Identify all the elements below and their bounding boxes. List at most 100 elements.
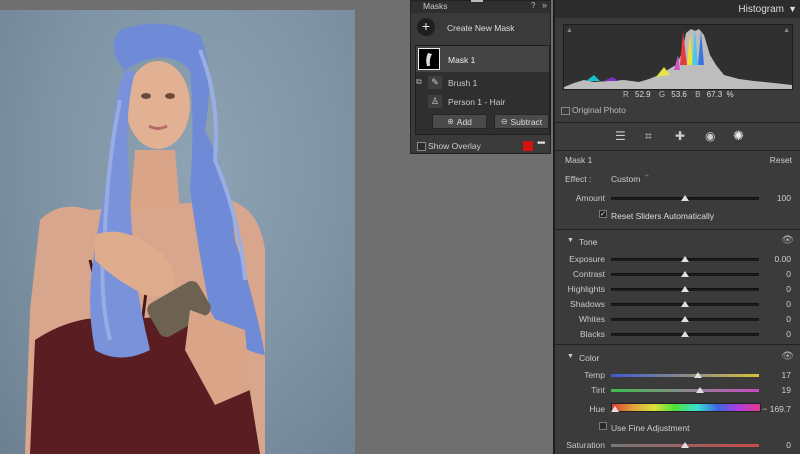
tint-label: Tint — [591, 385, 605, 395]
effect-dropdown-chevron-icon[interactable]: ÷ — [645, 173, 649, 180]
tint-slider-thumb[interactable] — [695, 387, 704, 393]
tone-visibility-eye-icon[interactable]: 👁 — [781, 235, 794, 246]
mask-name: Mask 1 — [448, 55, 476, 65]
add-label: Add — [456, 116, 472, 127]
saturation-value[interactable]: 0 — [761, 440, 791, 450]
portrait-image — [25, 23, 265, 454]
contrast-label: Contrast — [572, 269, 605, 279]
tone-title: Tone — [579, 237, 598, 247]
g-label: G — [658, 90, 666, 99]
blacks-value[interactable]: 0 — [761, 329, 791, 339]
crop-icon[interactable]: ⌗ — [645, 129, 652, 144]
reset-sliders-label: Reset Sliders Automatically — [611, 211, 714, 221]
collapse-panel-icon[interactable]: » — [542, 0, 547, 10]
effect-dropdown[interactable]: Custom — [611, 174, 640, 184]
masks-panel-header: Masks ? » — [411, 0, 550, 13]
more-options-icon[interactable]: ••• — [537, 138, 545, 149]
person-icon: ♙ — [428, 95, 442, 108]
add-button[interactable]: ⊕ Add — [432, 114, 487, 129]
whites-value[interactable]: 0 — [761, 314, 791, 324]
sliders-icon[interactable]: ☰ — [615, 129, 626, 143]
reset-sliders-checkbox[interactable]: ✓ — [599, 210, 607, 218]
histogram-header[interactable]: Histogram ▼ — [555, 0, 800, 18]
tint-slider-track[interactable] — [611, 389, 759, 392]
collapse-triangle-icon[interactable]: ▼ — [788, 4, 797, 14]
highlight-clip-icon[interactable]: ▲ — [783, 27, 790, 34]
shadows-value[interactable]: 0 — [761, 299, 791, 309]
tint-value[interactable]: 19 — [761, 385, 791, 395]
temp-slider-track[interactable] — [611, 374, 759, 377]
temp-slider-thumb[interactable] — [694, 372, 703, 378]
shadows-slider-thumb[interactable] — [681, 301, 689, 307]
person-label: Person 1 - Hair — [448, 97, 506, 107]
add-icon: ⊕ — [447, 117, 454, 126]
histogram-curve — [564, 29, 792, 89]
heal-icon[interactable]: ✚ — [675, 129, 685, 143]
exposure-slider-thumb[interactable] — [681, 256, 689, 262]
exposure-label: Exposure — [569, 254, 605, 264]
mask-list: Mask 1 ⧉ ✎ Brush 1 ♙ Person 1 - Hair ⊕ A… — [415, 45, 550, 135]
mask-component-person[interactable]: ♙ Person 1 - Hair — [416, 93, 549, 110]
temp-label: Temp — [584, 370, 605, 380]
hue-value[interactable]: − 169.7 — [753, 404, 791, 414]
amount-label: Amount — [575, 193, 605, 203]
hue-slider-track[interactable] — [611, 403, 761, 412]
mask-section-title: Mask 1 — [565, 155, 593, 165]
shadows-label: Shadows — [570, 299, 605, 309]
mask-component-brush[interactable]: ⧉ ✎ Brush 1 — [416, 74, 549, 91]
b-label: B — [695, 90, 701, 99]
divider — [555, 150, 800, 151]
create-new-mask-button[interactable]: + Create New Mask — [415, 18, 546, 38]
divider — [555, 344, 800, 345]
saturation-slider-thumb[interactable] — [681, 442, 689, 448]
hue-slider-thumb[interactable] — [611, 406, 620, 412]
b-value: 67.3 — [706, 90, 723, 99]
color-visibility-eye-icon[interactable]: 👁 — [781, 351, 794, 362]
divider — [555, 122, 800, 123]
mask-icon[interactable]: ✺ — [733, 128, 744, 144]
divider — [555, 229, 800, 230]
r-label: R — [623, 90, 629, 99]
reset-button[interactable]: Reset — [770, 155, 792, 165]
whites-slider-thumb[interactable] — [681, 316, 689, 322]
highlights-slider-thumb[interactable] — [681, 286, 689, 292]
component-link-icon: ⧉ — [416, 77, 422, 86]
mask-row-mask1[interactable]: Mask 1 — [416, 46, 549, 72]
mask-thumbnail — [418, 48, 440, 70]
shadow-clip-icon[interactable]: ▲ — [566, 27, 573, 34]
amount-value[interactable]: 100 — [761, 193, 791, 203]
amount-slider-thumb[interactable] — [681, 195, 689, 201]
hue-label: Hue — [589, 404, 605, 414]
g-value: 53.6 — [671, 90, 687, 99]
color-collapse-icon[interactable]: ▼ — [567, 353, 574, 360]
photo[interactable] — [0, 10, 355, 454]
exposure-value[interactable]: 0.00 — [761, 254, 791, 264]
grip-handle[interactable] — [471, 0, 483, 5]
blacks-label: Blacks — [579, 329, 605, 339]
show-overlay-label: Show Overlay — [428, 141, 481, 151]
redeye-icon[interactable]: ◉ — [705, 129, 715, 143]
subtract-icon: ⊖ — [500, 117, 508, 126]
temp-value[interactable]: 17 — [761, 370, 791, 380]
contrast-slider-thumb[interactable] — [681, 271, 689, 277]
overlay-color-swatch[interactable] — [523, 141, 533, 151]
effect-label: Effect : — [565, 174, 592, 184]
show-overlay-checkbox[interactable] — [417, 142, 426, 151]
whites-label: Whites — [579, 314, 605, 324]
right-panel: Histogram ▼ ▲ ▲ R 52.9 G 53.6 B 67.3 % O… — [553, 0, 800, 454]
brush-icon: ✎ — [428, 76, 442, 89]
original-photo-checkbox[interactable] — [561, 107, 570, 115]
subtract-button[interactable]: ⊖ Subtract — [494, 114, 549, 129]
histogram-graph[interactable]: ▲ ▲ — [563, 24, 793, 90]
masks-panel: Masks ? » + Create New Mask Mask 1 ⧉ ✎ B… — [410, 0, 551, 154]
fine-adjustment-label: Use Fine Adjustment — [611, 423, 690, 433]
show-overlay-row: Show Overlay ••• — [415, 138, 548, 153]
highlights-label: Highlights — [567, 284, 605, 294]
tone-collapse-icon[interactable]: ▼ — [567, 237, 574, 244]
blacks-slider-thumb[interactable] — [681, 331, 689, 337]
help-icon[interactable]: ? — [531, 1, 535, 10]
fine-adjustment-checkbox[interactable] — [599, 422, 607, 430]
contrast-value[interactable]: 0 — [761, 269, 791, 279]
create-mask-label: Create New Mask — [447, 23, 515, 33]
highlights-value[interactable]: 0 — [761, 284, 791, 294]
